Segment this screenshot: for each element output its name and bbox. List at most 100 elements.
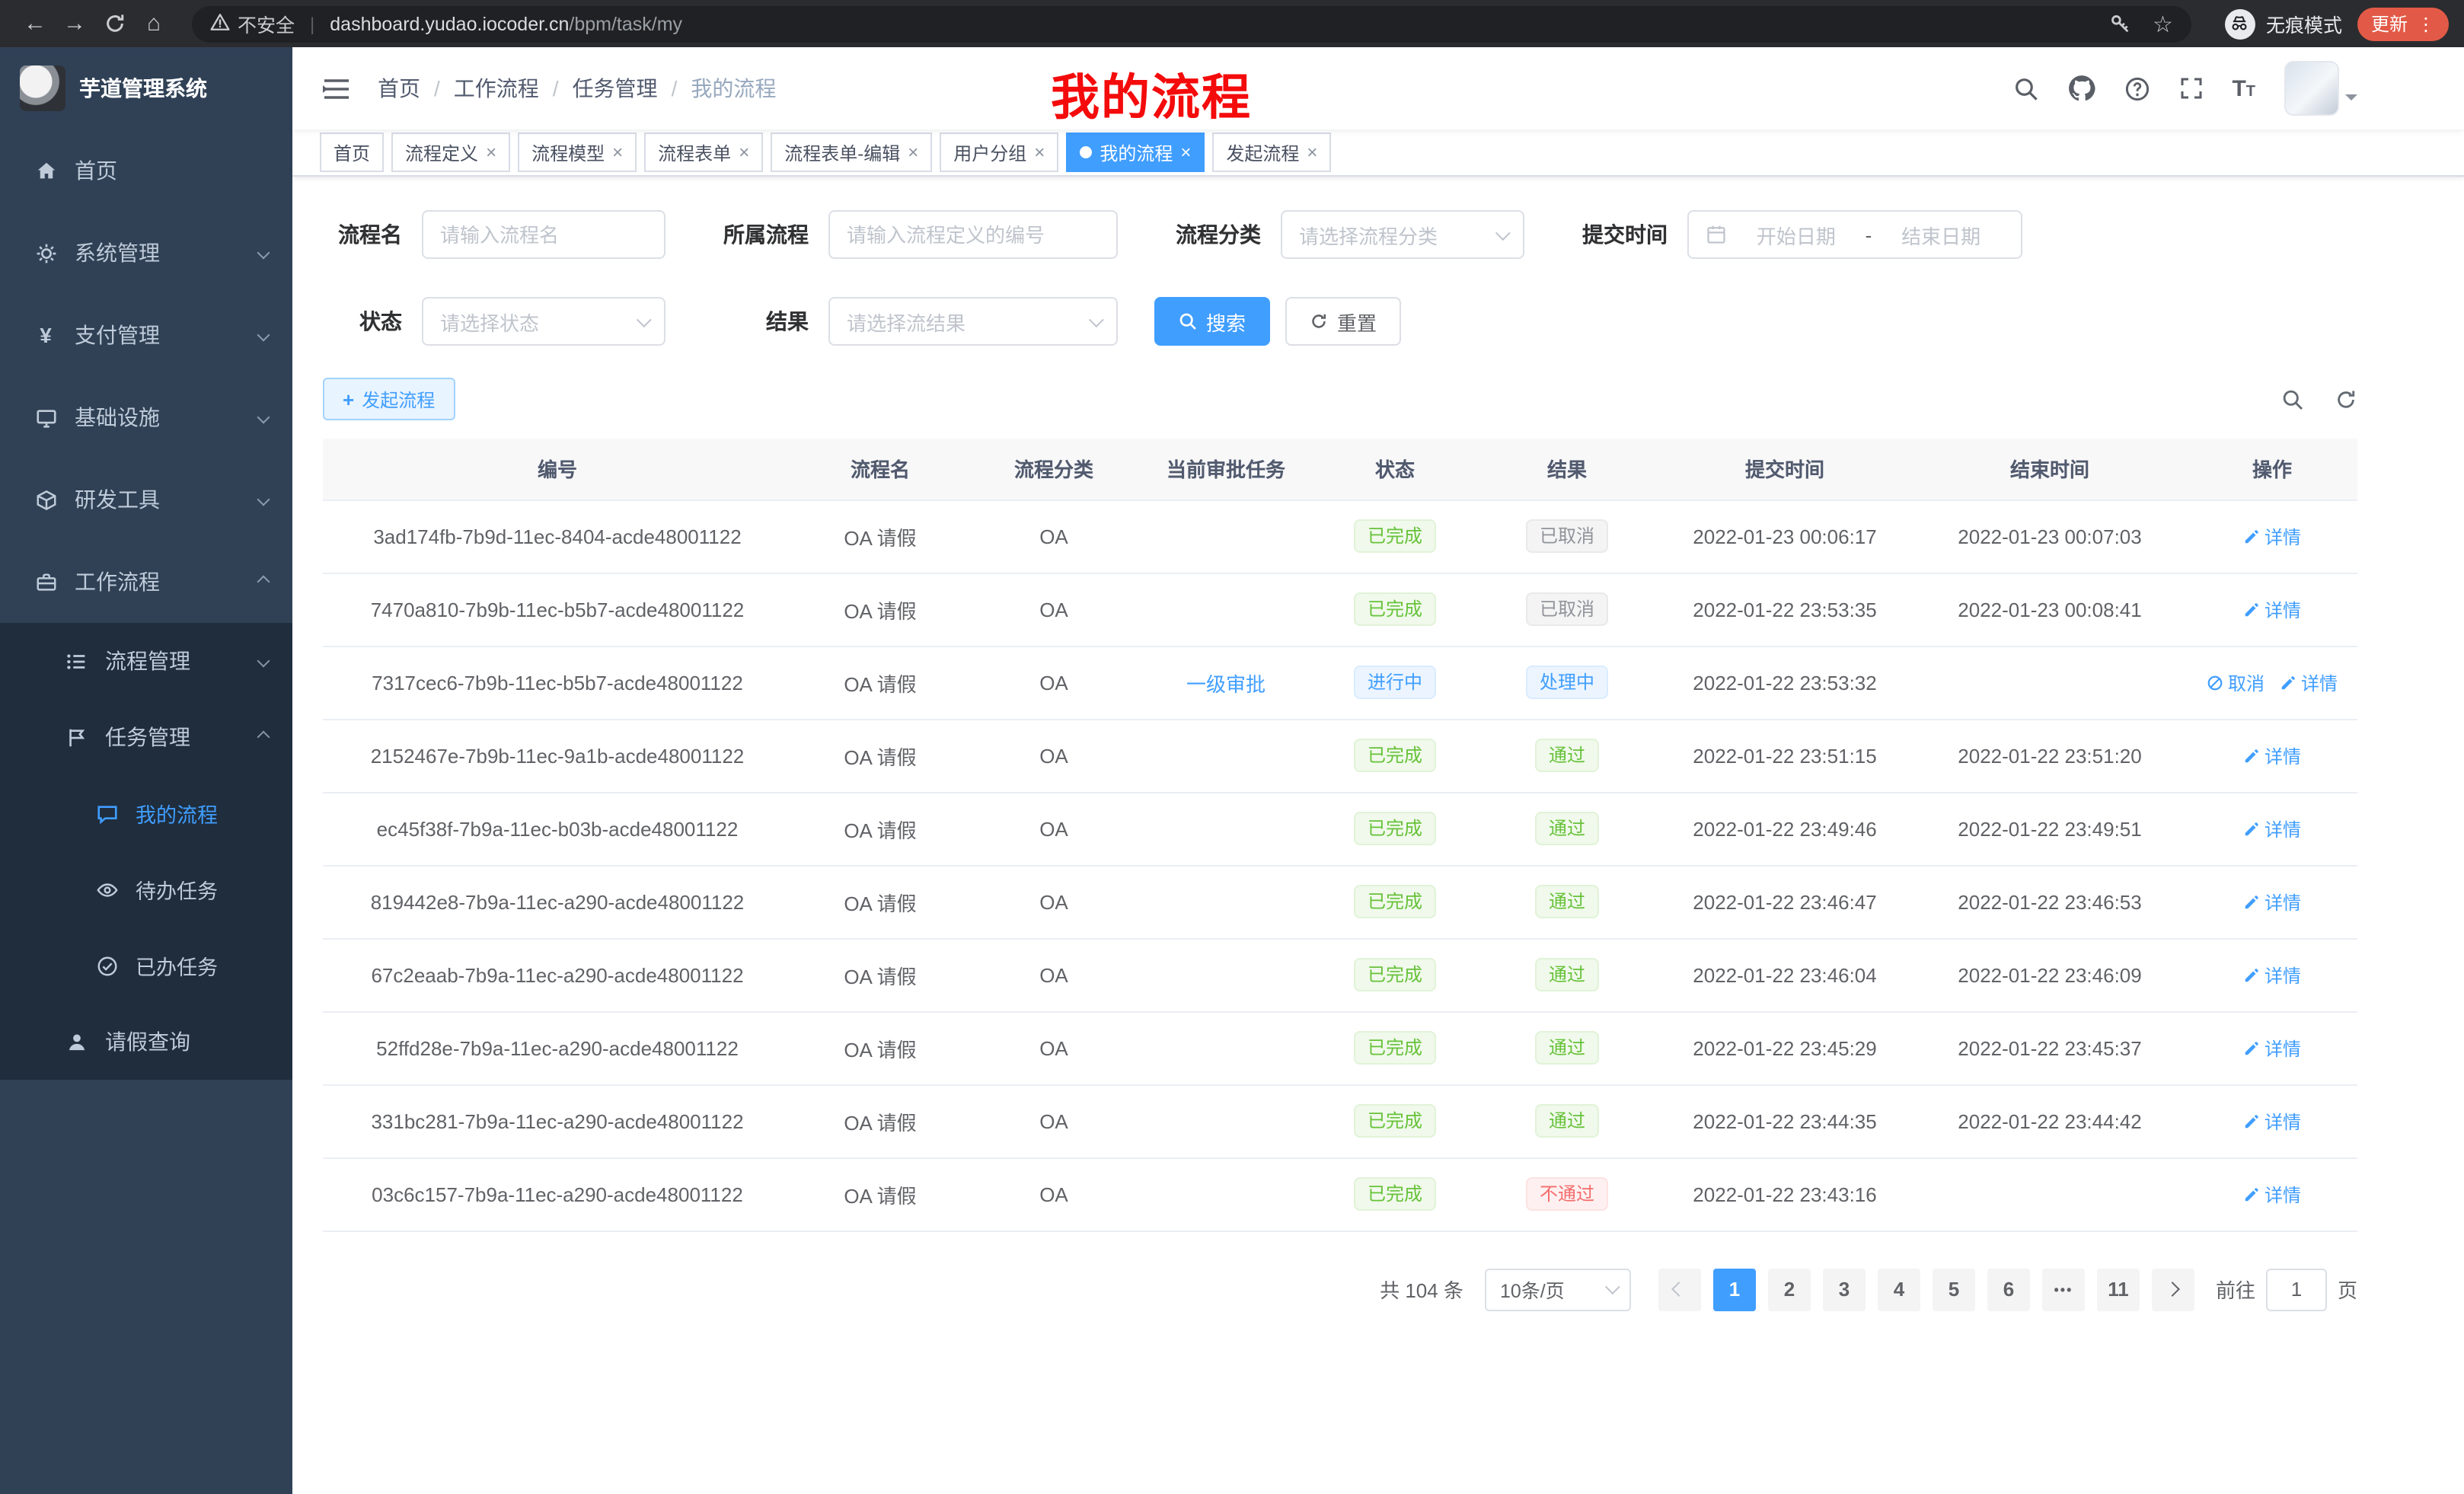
page-button-11[interactable]: 11 [2097,1268,2140,1310]
close-icon[interactable]: × [1180,142,1191,163]
sidebar-item-task-management[interactable]: 任务管理 [0,699,292,775]
status-select[interactable]: 请选择状态 [422,297,665,346]
page-button-4[interactable]: 4 [1878,1268,1920,1310]
detail-link[interactable]: 详情 [2243,1108,2301,1134]
browser-menu-icon[interactable]: ⋮ [2417,13,2435,34]
bookmark-star-icon[interactable]: ☆ [2153,10,2173,37]
security-warning-label[interactable]: 不安全 [238,9,295,38]
submit-time-range-picker[interactable]: 开始日期 - 结束日期 [1687,210,2022,259]
fullscreen-icon[interactable] [2178,76,2203,101]
process-name-label: 流程名 [323,219,402,250]
address-bar[interactable]: 不安全 | dashboard.yudao.iocoder.cn/bpm/tas… [192,5,2191,42]
next-page-button[interactable] [2152,1268,2194,1310]
goto-page-input[interactable] [2266,1268,2327,1310]
tab-user-group[interactable]: 用户分组× [940,132,1058,172]
cell-category: OA [969,500,1139,573]
sidebar: 芋道管理系统 首页 系统管理 ¥ 支付管理 [0,47,292,1494]
sidebar-item-payment[interactable]: ¥ 支付管理 [0,294,292,376]
process-definition-input[interactable] [828,210,1118,259]
forward-icon[interactable]: → [55,5,94,42]
incognito-chip[interactable]: 无痕模式 [2225,8,2342,39]
close-icon[interactable]: × [612,142,623,163]
sidebar-item-system[interactable]: 系统管理 [0,212,292,294]
page-button-2[interactable]: 2 [1768,1268,1811,1310]
prev-page-button[interactable] [1658,1268,1701,1310]
tab-my-process[interactable]: 我的流程× [1066,132,1205,172]
cancel-link[interactable]: 取消 [2207,669,2265,695]
tab-home[interactable]: 首页 [320,132,384,172]
font-size-icon[interactable]: TT [2232,75,2255,101]
close-icon[interactable]: × [1307,142,1317,163]
detail-link[interactable]: 详情 [2243,1035,2301,1061]
table-row: 819442e8-7b9a-11ec-a290-acde48001122 OA … [323,865,2357,938]
close-icon[interactable]: × [1034,142,1045,163]
url-text[interactable]: dashboard.yudao.iocoder.cn/bpm/task/my [330,13,682,34]
detail-link[interactable]: 详情 [2280,669,2338,695]
sidebar-item-my-process[interactable]: 我的流程 [0,775,292,851]
logo[interactable]: 芋道管理系统 [0,47,292,129]
page-button-5[interactable]: 5 [1933,1268,1975,1310]
breadcrumb-home[interactable]: 首页 [378,73,420,104]
home-icon[interactable]: ⌂ [134,5,174,42]
breadcrumb-task-management[interactable]: 任务管理 [573,73,658,104]
process-category-select[interactable]: 请选择流程分类 [1281,210,1524,259]
sidebar-item-leave-query[interactable]: 请假查询 [0,1004,292,1080]
page-button-1[interactable]: 1 [1713,1268,1756,1310]
cell-name: OA 请假 [792,1157,969,1231]
col-actions: 操作 [2187,439,2357,500]
create-process-button[interactable]: + 发起流程 [323,378,455,420]
user-menu[interactable] [2284,61,2357,116]
current-task-link[interactable]: 一级审批 [1186,672,1266,695]
cell-submit-time: 2022-01-22 23:46:47 [1657,865,1913,938]
cell-name: OA 请假 [792,646,969,719]
sidebar-item-infrastructure[interactable]: 基础设施 [0,376,292,458]
search-button[interactable]: 搜索 [1154,297,1270,346]
avatar[interactable] [2284,61,2339,116]
tab-start-process[interactable]: 发起流程× [1212,132,1331,172]
help-icon[interactable] [2124,75,2150,101]
sidebar-item-workflow[interactable]: 工作流程 [0,541,292,623]
cell-submit-time: 2022-01-22 23:43:16 [1657,1157,1913,1231]
result-select[interactable]: 请选择流结果 [828,297,1118,346]
reload-icon[interactable] [94,5,134,42]
search-icon[interactable] [2012,75,2038,101]
detail-link[interactable]: 详情 [2243,596,2301,622]
process-name-input[interactable] [422,210,665,259]
detail-link[interactable]: 详情 [2243,742,2301,768]
tab-process-form[interactable]: 流程表单× [644,132,763,172]
detail-link[interactable]: 详情 [2243,523,2301,549]
reset-button[interactable]: 重置 [1285,297,1401,346]
sidebar-item-devtools[interactable]: 研发工具 [0,458,292,541]
close-icon[interactable]: × [739,142,749,163]
hamburger-icon[interactable] [314,65,359,111]
more-pages-button[interactable]: ••• [2042,1268,2085,1310]
date-start-placeholder[interactable]: 开始日期 [1733,220,1859,249]
github-icon[interactable] [2067,75,2095,102]
sidebar-item-process-management[interactable]: 流程管理 [0,623,292,699]
tab-process-definition[interactable]: 流程定义× [391,132,510,172]
page-button-3[interactable]: 3 [1823,1268,1866,1310]
tab-process-form-edit[interactable]: 流程表单-编辑× [771,132,932,172]
detail-link[interactable]: 详情 [2243,816,2301,841]
date-end-placeholder[interactable]: 结束日期 [1878,220,2004,249]
show-search-icon[interactable] [2281,388,2304,410]
sidebar-item-done-tasks[interactable]: 已办任务 [0,927,292,1004]
sidebar-item-todo-tasks[interactable]: 待办任务 [0,851,292,927]
detail-link[interactable]: 详情 [2243,889,2301,915]
browser-update-button[interactable]: 更新 ⋮ [2357,7,2449,40]
close-icon[interactable]: × [486,142,496,163]
refresh-icon[interactable] [2335,388,2357,410]
page-size-select[interactable]: 10条/页 [1485,1268,1631,1310]
chevron-up-icon [257,731,270,744]
cube-icon [30,488,61,511]
back-icon[interactable]: ← [15,5,55,42]
key-icon[interactable] [2108,12,2131,35]
sidebar-item-home[interactable]: 首页 [0,129,292,212]
close-icon[interactable]: × [908,142,918,163]
col-submit-time: 提交时间 [1657,439,1913,500]
detail-link[interactable]: 详情 [2243,962,2301,988]
detail-link[interactable]: 详情 [2243,1181,2301,1207]
breadcrumb-workflow[interactable]: 工作流程 [454,73,539,104]
tab-process-model[interactable]: 流程模型× [518,132,637,172]
page-button-6[interactable]: 6 [1987,1268,2030,1310]
